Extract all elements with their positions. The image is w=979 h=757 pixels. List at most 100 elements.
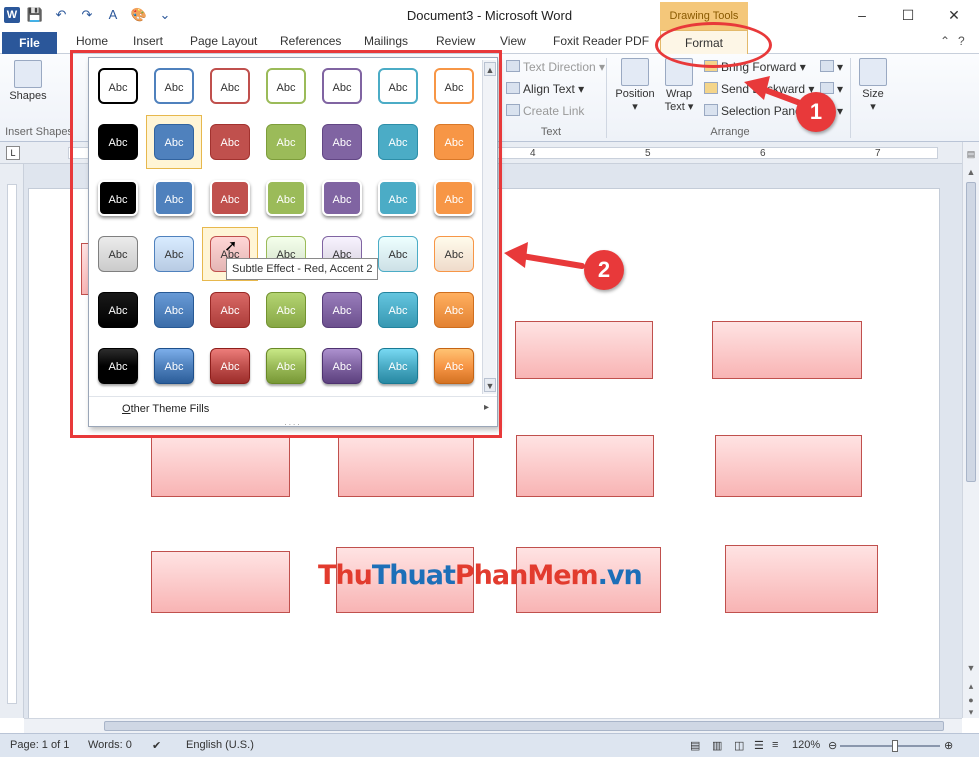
wrap-text-label-1: Wrap	[665, 88, 693, 100]
ruler-toggle-icon[interactable]: ▤	[965, 148, 977, 160]
shapes-label: Shapes	[9, 90, 47, 102]
help-icon[interactable]: ?	[958, 34, 965, 48]
create-link-icon	[506, 104, 520, 116]
align-text-button[interactable]: Align Text ▾	[506, 82, 584, 96]
word-count[interactable]: Words: 0	[88, 739, 132, 751]
shape-rectangle[interactable]	[151, 551, 290, 613]
shape-rectangle[interactable]	[516, 435, 654, 497]
create-link-label: Create Link	[523, 104, 585, 118]
minimize-button[interactable]: –	[842, 4, 882, 26]
arrange-group-label: Arrange	[710, 126, 750, 138]
send-backward-button[interactable]: Send Backward ▾	[704, 82, 814, 96]
horizontal-scrollbar[interactable]	[24, 718, 962, 733]
vertical-ruler-strip	[7, 184, 17, 704]
align-text-icon	[506, 82, 520, 94]
maximize-button[interactable]: ☐	[888, 4, 928, 26]
position-dropdown-icon: ▾	[632, 101, 638, 113]
draft-icon[interactable]: ≡	[772, 739, 778, 751]
insert-shapes-group-label: Insert Shapes	[5, 126, 73, 138]
zoom-in-icon[interactable]: ⊕	[944, 739, 953, 752]
align-objects-button[interactable]: ▾	[820, 60, 843, 74]
tab-review[interactable]: Review	[436, 34, 475, 48]
zoom-out-icon[interactable]: ⊖	[828, 739, 837, 752]
shape-rectangle[interactable]	[715, 435, 862, 497]
tab-references[interactable]: References	[280, 34, 341, 48]
tab-view[interactable]: View	[500, 34, 526, 48]
text-direction-label: Text Direction	[523, 60, 596, 74]
watermark-part: .vn	[597, 560, 643, 591]
close-button[interactable]: ✕	[934, 4, 974, 26]
wrap-text-label-2: Text	[664, 101, 685, 113]
annotation-badge-1: 1	[796, 92, 836, 132]
tab-file[interactable]: File	[2, 32, 57, 54]
shape-rectangle[interactable]	[712, 321, 862, 379]
outline-icon[interactable]: ☰	[754, 739, 764, 752]
zoom-slider-knob[interactable]	[892, 740, 898, 752]
shapes-icon	[14, 60, 42, 88]
create-link-button[interactable]: Create Link	[506, 104, 584, 118]
size-dropdown-icon: ▾	[870, 101, 876, 113]
next-page-icon[interactable]: ▾	[965, 706, 977, 718]
page-count[interactable]: Page: 1 of 1	[10, 739, 69, 751]
shapes-button[interactable]: Shapes	[6, 60, 50, 102]
text-group-label: Text	[540, 126, 562, 138]
status-bar: Page: 1 of 1 Words: 0 ✔ English (U.S.) ▤…	[0, 733, 979, 757]
size-label: Size	[862, 88, 884, 100]
proofing-icon[interactable]: ✔	[152, 739, 161, 752]
position-icon	[621, 58, 649, 86]
window-title: Document3 - Microsoft Word	[406, 8, 573, 23]
web-layout-icon[interactable]: ◫	[734, 739, 744, 752]
send-backward-label: Send Backward	[721, 82, 806, 96]
ruler-number: 4	[530, 148, 536, 159]
selection-pane-label: Selection Pane	[721, 104, 802, 118]
ribbon-separator	[850, 58, 851, 138]
text-direction-icon	[506, 60, 520, 72]
tab-insert[interactable]: Insert	[133, 34, 163, 48]
full-screen-reading-icon[interactable]: ▥	[712, 739, 722, 752]
size-icon	[859, 58, 887, 86]
position-button[interactable]: Position ▾	[612, 58, 658, 113]
shape-rectangle[interactable]	[515, 321, 653, 379]
title-bar: W 💾 ↶ ↷ A 🎨 ⌄ Document3 - Microsoft Word…	[0, 0, 979, 30]
shape-rectangle[interactable]	[338, 435, 474, 497]
scroll-down-icon[interactable]: ▼	[965, 662, 977, 674]
annotation-badge-2: 2	[584, 250, 624, 290]
selection-pane-button[interactable]: Selection Pane	[704, 104, 802, 118]
align-text-label: Align Text	[523, 82, 575, 96]
position-label: Position	[615, 88, 655, 100]
annotation-highlight-ellipse	[655, 22, 772, 68]
vertical-scrollbar[interactable]: ▤ ▲ ▼ ▴ ● ▾	[962, 142, 979, 718]
watermark-logo: ThuThuatPhanMem.vn	[318, 560, 643, 591]
tab-page-layout[interactable]: Page Layout	[190, 34, 257, 48]
ruler-number: 6	[760, 148, 766, 159]
text-direction-button[interactable]: Text Direction ▾	[506, 60, 605, 74]
align-objects-icon	[820, 60, 834, 72]
horizontal-scroll-thumb[interactable]	[104, 721, 944, 731]
scroll-up-icon[interactable]: ▲	[965, 166, 977, 178]
tab-mailings[interactable]: Mailings	[364, 34, 408, 48]
watermark-part: Thu	[318, 560, 373, 591]
shape-rectangle[interactable]	[151, 435, 290, 497]
size-button[interactable]: Size ▾	[856, 58, 890, 113]
send-backward-icon	[704, 82, 718, 94]
watermark-part: PhanMem	[454, 560, 599, 591]
ruler-number: 5	[645, 148, 651, 159]
zoom-slider[interactable]	[840, 740, 940, 752]
minimize-ribbon-icon[interactable]: ⌃	[940, 34, 950, 48]
tab-home[interactable]: Home	[76, 34, 108, 48]
ruler-number: 7	[875, 148, 881, 159]
selection-pane-icon	[704, 104, 718, 116]
vertical-scroll-thumb[interactable]	[966, 182, 976, 482]
vertical-ruler[interactable]	[0, 164, 24, 718]
tab-foxit-reader-pdf[interactable]: Foxit Reader PDF	[553, 34, 649, 48]
ribbon-separator	[606, 58, 607, 138]
zoom-level[interactable]: 120%	[792, 739, 820, 751]
browse-object-icon[interactable]: ●	[965, 694, 977, 706]
print-layout-icon[interactable]: ▤	[690, 739, 700, 752]
shape-rectangle[interactable]	[725, 545, 878, 613]
language[interactable]: English (U.S.)	[186, 739, 254, 751]
previous-page-icon[interactable]: ▴	[965, 680, 977, 692]
tab-selector-icon[interactable]: L	[6, 146, 20, 160]
watermark-part: Thuat	[371, 560, 456, 591]
annotation-highlight-box	[70, 50, 502, 438]
